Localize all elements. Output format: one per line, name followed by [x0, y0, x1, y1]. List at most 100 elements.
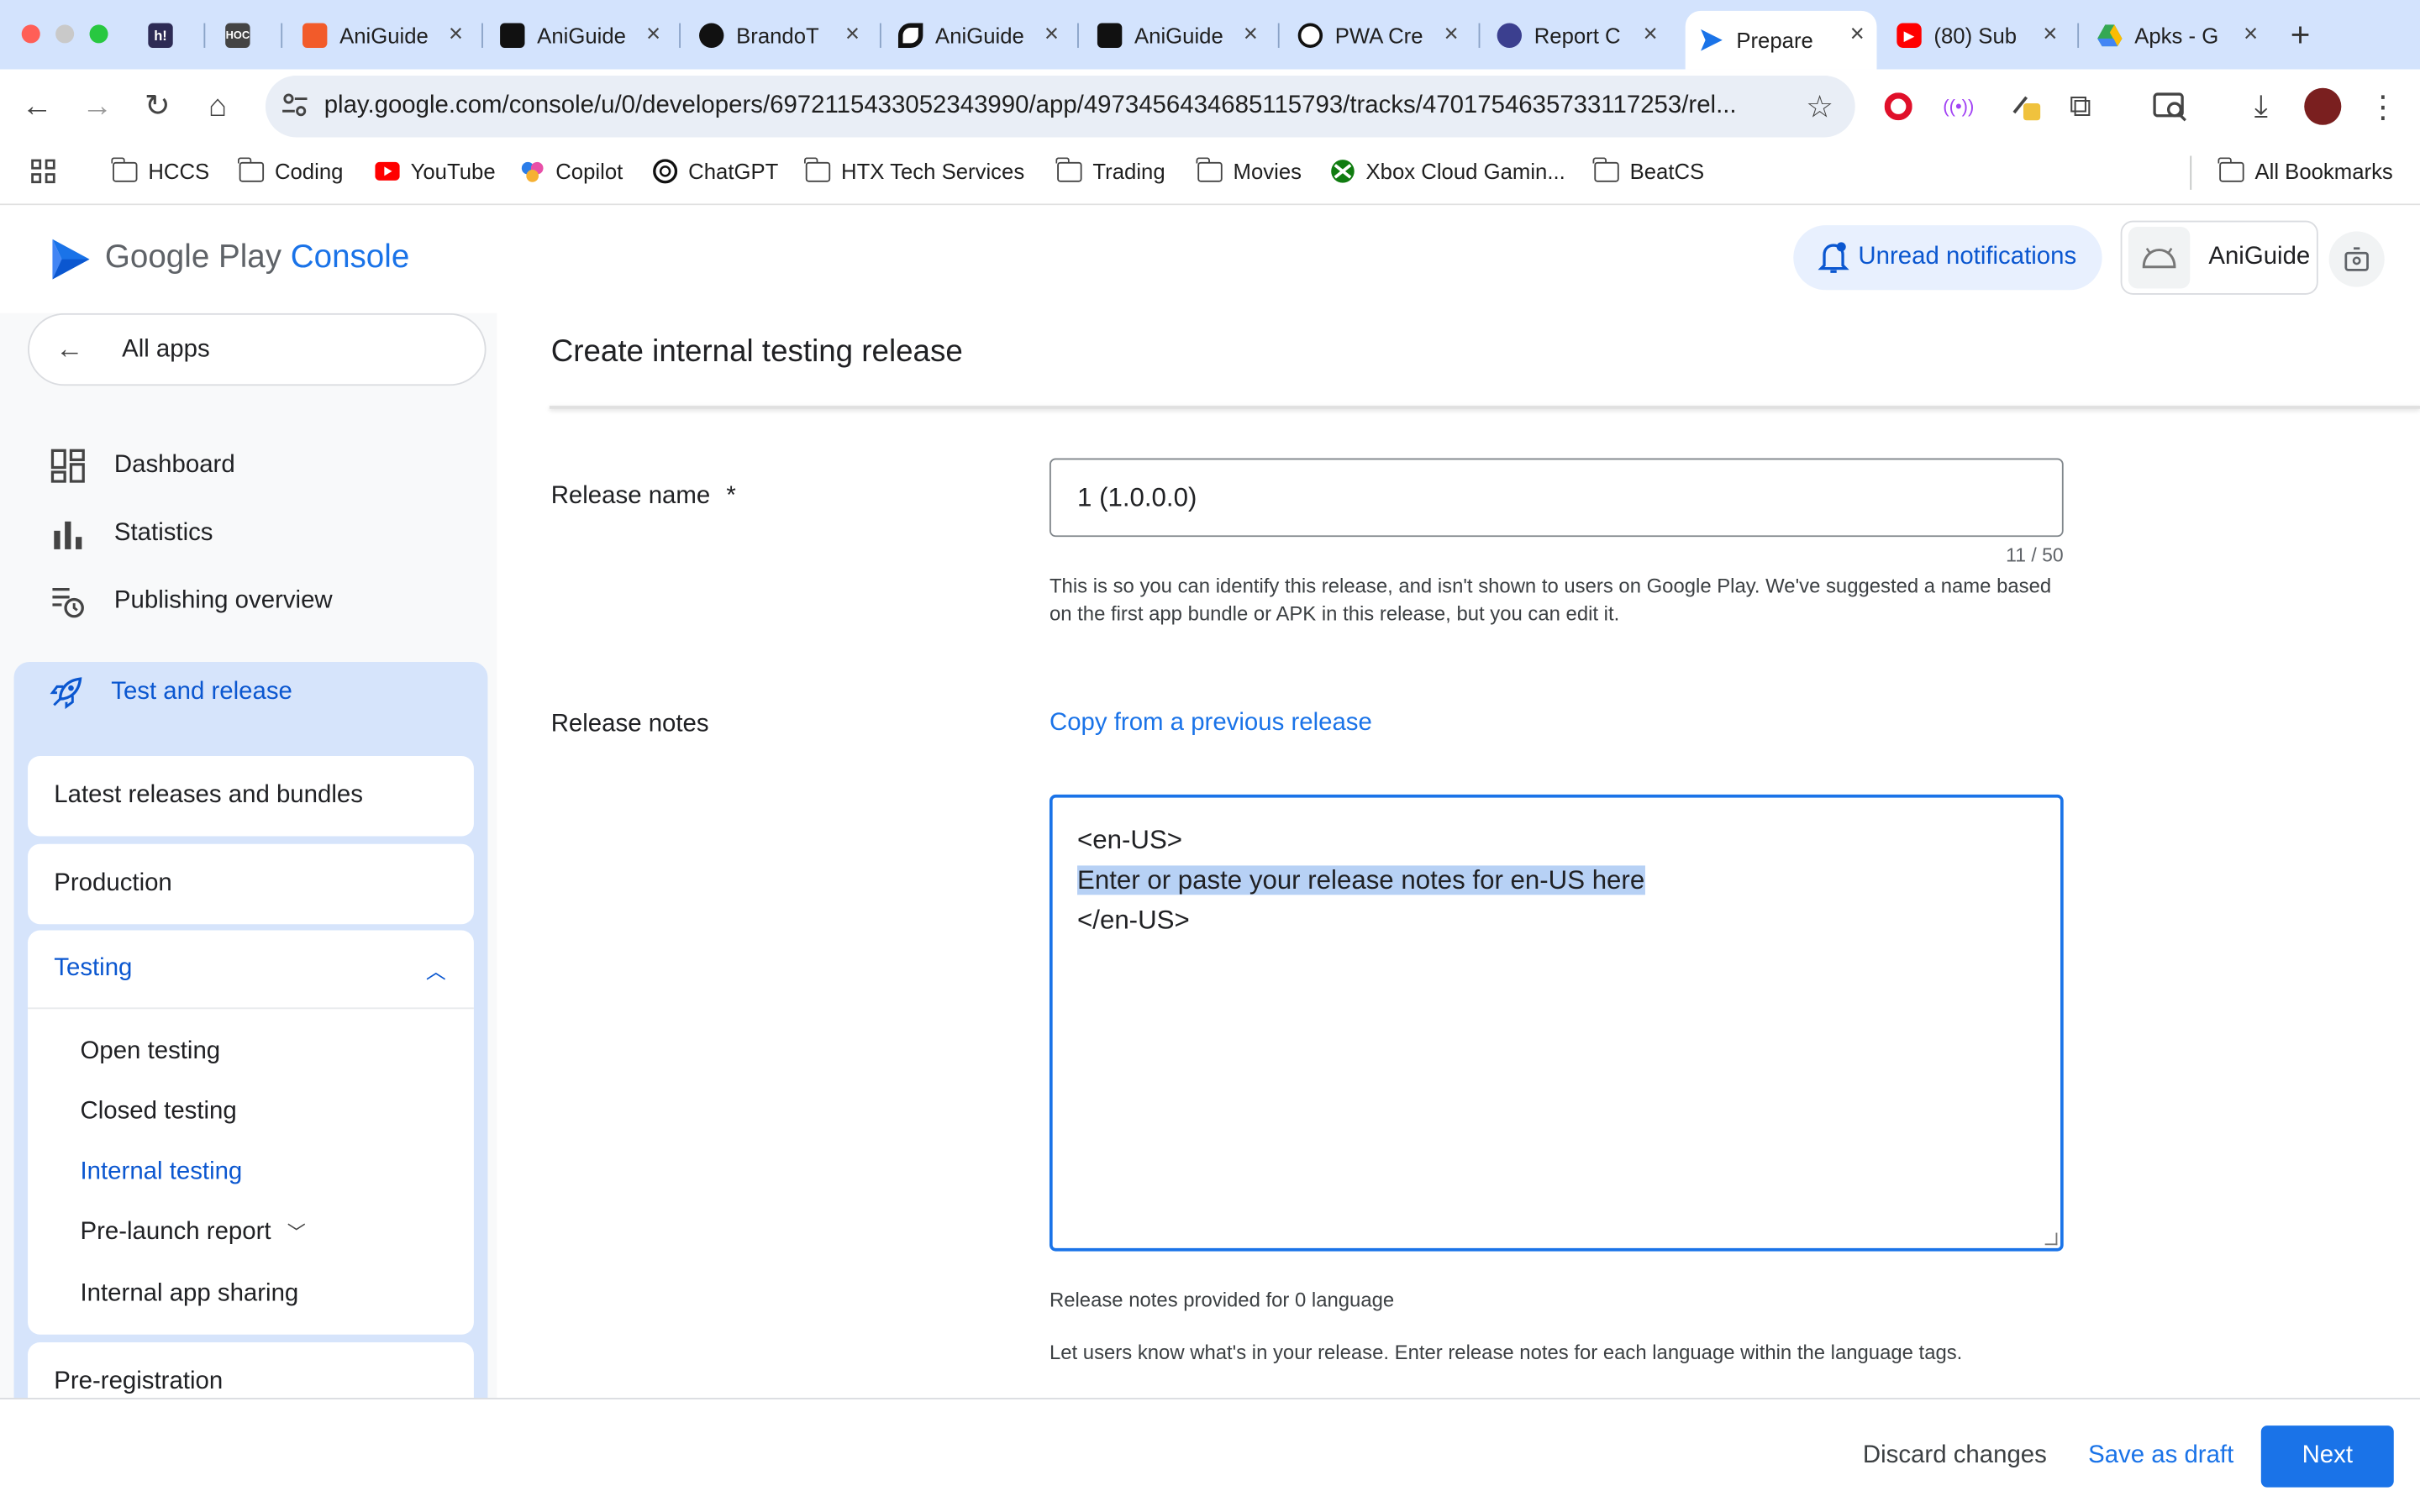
close-icon[interactable]: ×: [2043, 22, 2057, 50]
notifications-button[interactable]: Unread notifications: [1793, 225, 2102, 291]
browser-tab[interactable]: ▶ (80) Sub ×: [1897, 11, 2070, 60]
sidebar-item-label: Pre-registration: [54, 1368, 224, 1395]
next-button[interactable]: Next: [2260, 1425, 2394, 1488]
tab-title: AniGuide: [935, 23, 1024, 48]
bookmark-link[interactable]: ChatGPT: [653, 159, 778, 184]
save-as-draft-button[interactable]: Save as draft: [2088, 1442, 2233, 1470]
hoc-icon: HOC: [225, 23, 250, 48]
sidebar-item-production[interactable]: Production: [28, 843, 474, 925]
release-name-value: 1 (1.0.0.0): [1077, 481, 1197, 512]
bookmark-folder[interactable]: Coding: [238, 157, 343, 184]
bookmark-link[interactable]: YouTube: [375, 159, 496, 184]
copy-from-previous-release-link[interactable]: Copy from a previous release: [1050, 710, 1372, 738]
close-icon[interactable]: ×: [1643, 22, 1657, 50]
browser-tab[interactable]: AniGuide ×: [1097, 11, 1270, 60]
release-name-input[interactable]: 1 (1.0.0.0): [1049, 458, 2064, 538]
browser-tab[interactable]: AniGuide ×: [897, 11, 1071, 60]
close-icon[interactable]: ×: [646, 22, 660, 50]
release-notes-label: Release notes: [550, 711, 709, 738]
sidebar-item-publishing-overview[interactable]: Publishing overview: [0, 568, 497, 636]
sidebar-item-test-and-release[interactable]: Test and release: [0, 675, 292, 711]
window-close-button[interactable]: [21, 24, 40, 44]
sidebar-item-dashboard[interactable]: Dashboard: [0, 432, 497, 500]
download-icon[interactable]: ⤓: [2244, 89, 2278, 123]
account-badge-icon[interactable]: [2328, 231, 2385, 287]
extension-badge-icon[interactable]: [2009, 90, 2043, 123]
browser-tab[interactable]: AniGuide ×: [302, 11, 476, 60]
window-minimize-button[interactable]: [55, 24, 75, 44]
browser-toolbar: ← → ↻ ⌂ play.google.com/console/u/0/deve…: [0, 69, 2420, 144]
bookmark-link[interactable]: Xbox Cloud Gamin...: [1330, 159, 1565, 184]
bookmark-star-icon[interactable]: ☆: [1806, 88, 1833, 127]
more-menu-icon[interactable]: ⋮: [2366, 90, 2400, 123]
brand-google-play: Google Play: [104, 239, 282, 275]
copilot-icon: [521, 161, 544, 182]
brand-name[interactable]: Google Play Console: [105, 239, 409, 276]
discard-changes-button[interactable]: Discard changes: [1863, 1442, 2047, 1470]
all-bookmarks-folder[interactable]: All Bookmarks: [2218, 157, 2393, 184]
broadcast-icon[interactable]: ((•)): [1942, 90, 1975, 123]
tab-title: Report C: [1534, 23, 1621, 48]
app-selector[interactable]: AniGuide: [2120, 220, 2318, 295]
chevron-up-icon[interactable]: ︿: [426, 955, 446, 984]
resize-handle-icon[interactable]: [2044, 1232, 2058, 1246]
close-icon[interactable]: ×: [1244, 22, 1258, 50]
bookmark-label: Trading: [1092, 159, 1165, 184]
bookmark-folder[interactable]: Movies: [1197, 157, 1302, 184]
browser-tab-active[interactable]: Prepare ×: [1685, 10, 1877, 70]
address-bar[interactable]: play.google.com/console/u/0/developers/6…: [265, 75, 1855, 138]
folder-icon: [1056, 157, 1082, 182]
bar-chart-icon: [54, 521, 82, 549]
chatgpt-icon: [653, 159, 678, 184]
bookmark-link[interactable]: Copilot: [520, 159, 623, 184]
app-name: AniGuide: [2208, 244, 2311, 270]
sidebar-item-internal-app-sharing[interactable]: Internal app sharing: [81, 1280, 299, 1308]
all-apps-button[interactable]: ← All apps: [28, 312, 487, 386]
browser-tab[interactable]: Apks - G ×: [2097, 11, 2270, 60]
tab-search-icon[interactable]: [2153, 90, 2186, 123]
site-settings-icon[interactable]: [281, 91, 308, 118]
release-notes-textarea[interactable]: <en-US> Enter or paste your release note…: [1049, 794, 2064, 1252]
apps-grid-icon[interactable]: [31, 159, 55, 184]
sidebar-item-closed-testing[interactable]: Closed testing: [81, 1099, 237, 1126]
browser-tab-strip: h! HOC AniGuide × AniGuide × BrandoT × A…: [0, 0, 2420, 70]
browser-tab[interactable]: AniGuide ×: [500, 11, 673, 60]
browser-tab[interactable]: BrandoT ×: [699, 11, 872, 60]
sidebar-item-open-testing[interactable]: Open testing: [81, 1038, 221, 1066]
close-icon[interactable]: ×: [449, 22, 463, 50]
bookmark-folder[interactable]: HTX Tech Services: [804, 157, 1024, 184]
extensions-puzzle-icon[interactable]: ⧉: [2064, 89, 2097, 123]
folder-icon: [1593, 157, 1619, 182]
home-icon[interactable]: ⌂: [199, 88, 236, 125]
new-tab-button[interactable]: +: [2291, 15, 2311, 55]
forward-arrow-icon[interactable]: →: [79, 88, 116, 125]
sidebar-item-testing[interactable]: Testing: [54, 955, 132, 983]
window-maximize-button[interactable]: [89, 24, 108, 44]
notes-open-tag: <en-US>: [1077, 825, 1183, 855]
opera-icon[interactable]: [1881, 90, 1915, 123]
bookmark-folder[interactable]: Trading: [1056, 157, 1165, 184]
sidebar-item-internal-testing[interactable]: Internal testing: [81, 1158, 243, 1186]
aniguide-guide-icon: [1097, 23, 1123, 48]
close-icon[interactable]: ×: [1850, 22, 1865, 50]
browser-tab[interactable]: HOC: [225, 11, 262, 60]
sidebar-item-statistics[interactable]: Statistics: [0, 500, 497, 568]
sidebar-item-latest-releases[interactable]: Latest releases and bundles: [28, 755, 474, 837]
google-play-console-icon: [1699, 28, 1723, 52]
profile-avatar[interactable]: [2304, 87, 2342, 125]
google-play-console-logo-icon[interactable]: [50, 236, 92, 282]
bookmark-folder[interactable]: HCCS: [111, 157, 209, 184]
close-icon[interactable]: ×: [1044, 22, 1059, 50]
browser-tab[interactable]: PWA Cre ×: [1297, 11, 1471, 60]
reload-icon[interactable]: ↻: [139, 88, 176, 125]
back-arrow-icon[interactable]: ←: [18, 88, 55, 125]
bookmark-folder[interactable]: BeatCS: [1593, 157, 1704, 184]
sidebar-item-pre-launch-report[interactable]: Pre-launch report ﹀: [81, 1219, 306, 1247]
browser-tab[interactable]: Report C ×: [1497, 11, 1670, 60]
brand-console: Console: [290, 239, 410, 275]
close-icon[interactable]: ×: [845, 22, 860, 50]
notifications-label: Unread notifications: [1858, 244, 2077, 270]
close-icon[interactable]: ×: [2244, 22, 2258, 50]
close-icon[interactable]: ×: [1444, 22, 1459, 50]
browser-tab[interactable]: h!: [148, 11, 185, 60]
